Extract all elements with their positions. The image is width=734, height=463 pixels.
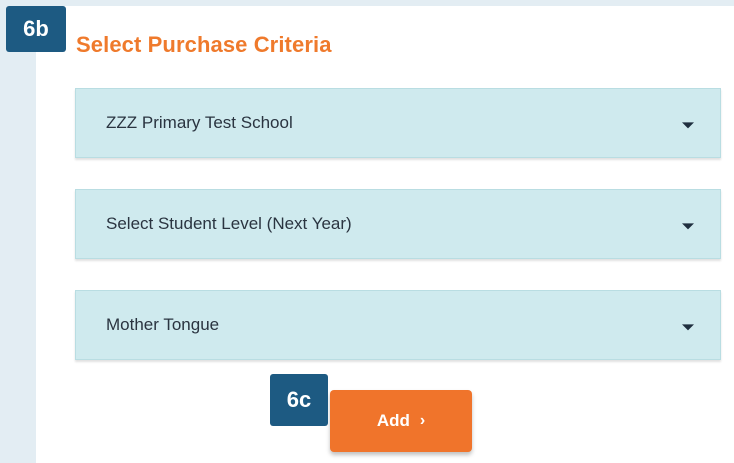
- caret-down-icon: [682, 122, 694, 129]
- add-button[interactable]: Add ›: [330, 390, 472, 452]
- student-level-select[interactable]: Select Student Level (Next Year): [75, 189, 721, 259]
- step-badge-6c: 6c: [270, 374, 328, 426]
- school-select-value: ZZZ Primary Test School: [106, 113, 293, 132]
- school-select[interactable]: ZZZ Primary Test School: [75, 88, 721, 158]
- section-title: Select Purchase Criteria: [76, 32, 332, 57]
- add-button-label: Add: [376, 411, 410, 430]
- student-level-select-value: Select Student Level (Next Year): [106, 214, 352, 233]
- mother-tongue-select[interactable]: Mother Tongue: [75, 290, 721, 360]
- caret-down-icon: [682, 223, 694, 230]
- mother-tongue-select-value: Mother Tongue: [106, 315, 220, 334]
- step-badge-6b: 6b: [6, 6, 66, 52]
- caret-down-icon: [682, 324, 694, 331]
- chevron-right-icon: ›: [419, 412, 426, 429]
